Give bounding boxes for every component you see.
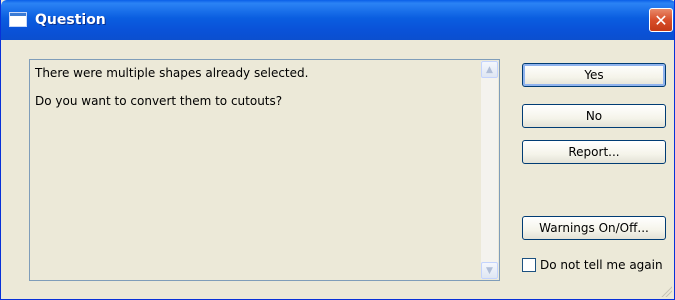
warnings-toggle-button[interactable]: Warnings On/Off... bbox=[522, 216, 666, 240]
yes-button[interactable]: Yes bbox=[522, 63, 666, 87]
scroll-up-arrow-icon[interactable]: ▲ bbox=[481, 61, 498, 78]
message-scrollbar[interactable]: ▲ ▼ bbox=[481, 61, 498, 279]
message-area: There were multiple shapes already selec… bbox=[29, 59, 500, 281]
title-bar[interactable]: Question ✕ bbox=[1, 0, 674, 40]
window-icon bbox=[9, 12, 27, 27]
no-button[interactable]: No bbox=[522, 104, 666, 128]
scroll-down-arrow-icon[interactable]: ▼ bbox=[481, 262, 498, 279]
question-dialog: Question ✕ There were multiple shapes al… bbox=[0, 0, 675, 300]
do-not-tell-again-row[interactable]: Do not tell me again bbox=[522, 256, 663, 274]
message-text: There were multiple shapes already selec… bbox=[35, 65, 475, 121]
close-button[interactable]: ✕ bbox=[649, 8, 673, 32]
do-not-tell-again-label[interactable]: Do not tell me again bbox=[540, 258, 663, 272]
do-not-tell-again-checkbox[interactable] bbox=[522, 258, 536, 272]
close-icon: ✕ bbox=[654, 10, 668, 30]
window-title: Question bbox=[35, 12, 106, 28]
report-button[interactable]: Report... bbox=[522, 140, 666, 164]
resize-grip[interactable] bbox=[660, 285, 672, 297]
message-line-2: Do you want to convert them to cutouts? bbox=[35, 94, 283, 108]
message-line-1: There were multiple shapes already selec… bbox=[35, 66, 309, 80]
